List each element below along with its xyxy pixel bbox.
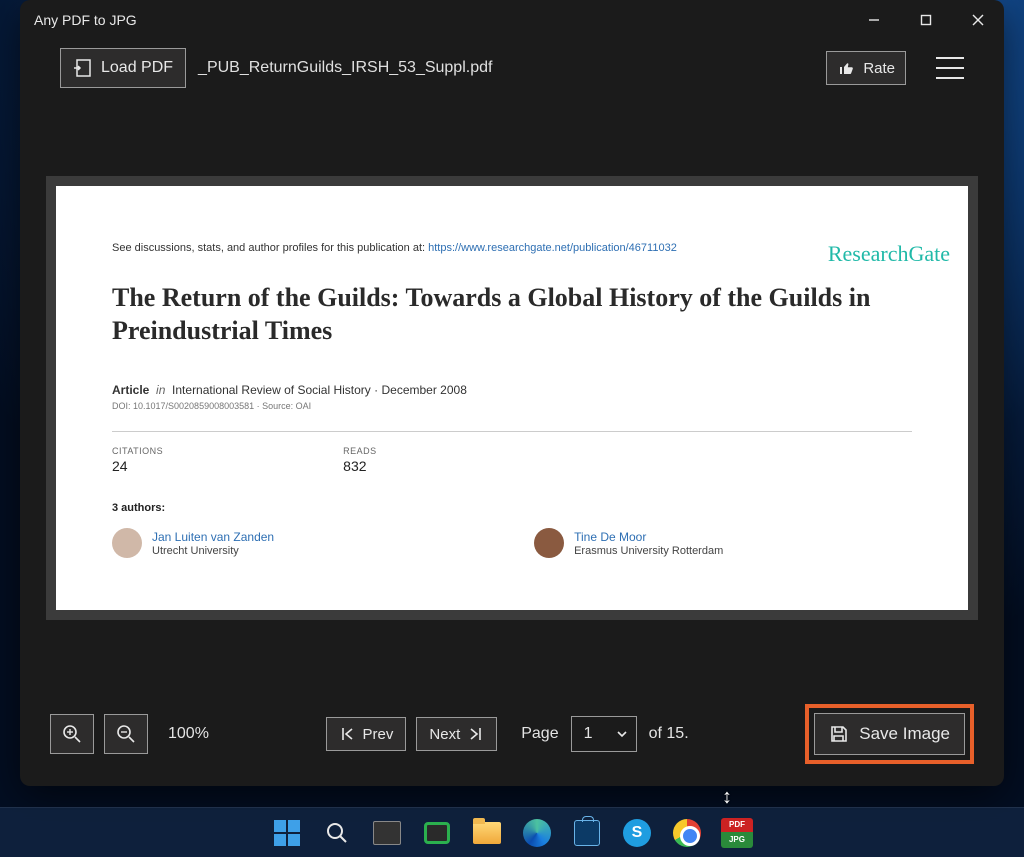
- file-explorer-button[interactable]: [466, 812, 508, 854]
- minimize-button[interactable]: [848, 0, 900, 40]
- app-window: Any PDF to JPG Load PDF _PUB_ReturnGuild…: [20, 0, 1004, 786]
- search-icon: [325, 821, 349, 845]
- pdf-page-preview[interactable]: ResearchGate See discussions, stats, and…: [56, 186, 968, 610]
- author-item: Tine De Moor Erasmus University Rotterda…: [534, 528, 723, 558]
- article-meta: Article in International Review of Socia…: [112, 383, 912, 397]
- store-button[interactable]: [566, 812, 608, 854]
- save-label: Save Image: [859, 724, 950, 744]
- window-controls: [848, 0, 1004, 40]
- discussion-line: See discussions, stats, and author profi…: [112, 242, 912, 254]
- thumbs-up-icon: [837, 59, 855, 77]
- avatar: [112, 528, 142, 558]
- maximize-button[interactable]: [900, 0, 952, 40]
- zoom-out-button[interactable]: [104, 714, 148, 754]
- zoom-in-button[interactable]: [50, 714, 94, 754]
- chat-icon: [424, 822, 450, 844]
- researchgate-logo: ResearchGate: [828, 241, 950, 267]
- task-view-icon: [373, 821, 401, 845]
- taskbar: S PDF JPG: [0, 807, 1024, 857]
- author-affiliation: Erasmus University Rotterdam: [574, 545, 723, 557]
- author-affiliation: Utrecht University: [152, 545, 274, 557]
- page-indicator: Page 1 of 15.: [521, 716, 688, 752]
- page-label: Page: [521, 725, 558, 743]
- rate-button[interactable]: Rate: [826, 51, 906, 85]
- save-image-button[interactable]: Save Image: [814, 713, 965, 755]
- menu-button[interactable]: [936, 57, 964, 79]
- next-page-button[interactable]: Next: [416, 717, 497, 751]
- zoom-in-icon: [61, 723, 83, 745]
- doi-line: DOI: 10.1017/S0020859008003581 · Source:…: [112, 401, 912, 411]
- window-title: Any PDF to JPG: [34, 12, 848, 28]
- resize-cursor-icon: ↕: [722, 786, 732, 809]
- paper-title: The Return of the Guilds: Towards a Glob…: [112, 282, 912, 347]
- load-pdf-button[interactable]: Load PDF: [60, 48, 186, 88]
- pdf-to-jpg-icon: PDF JPG: [721, 818, 753, 848]
- save-icon: [829, 724, 849, 744]
- chrome-button[interactable]: [666, 812, 708, 854]
- page-current: 1: [584, 725, 593, 743]
- hamburger-icon: [936, 57, 964, 59]
- author-name: Tine De Moor: [574, 530, 723, 544]
- chat-button[interactable]: [416, 812, 458, 854]
- load-pdf-icon: [73, 58, 93, 78]
- save-highlight: Save Image: [805, 704, 974, 764]
- filename-label: _PUB_ReturnGuilds_IRSH_53_Suppl.pdf: [198, 59, 492, 77]
- chevron-down-icon: [616, 728, 628, 740]
- citations-label: CITATIONS: [112, 446, 163, 456]
- divider: [112, 431, 912, 432]
- maximize-icon: [920, 14, 932, 26]
- folder-icon: [473, 822, 501, 844]
- zoom-out-icon: [115, 723, 137, 745]
- authors-row: Jan Luiten van Zanden Utrecht University…: [112, 528, 912, 558]
- close-icon: [972, 14, 984, 26]
- taskbar-search-button[interactable]: [316, 812, 358, 854]
- task-view-button[interactable]: [366, 812, 408, 854]
- app-toolbar: Load PDF _PUB_ReturnGuilds_IRSH_53_Suppl…: [20, 40, 1004, 96]
- zoom-level: 100%: [168, 725, 209, 743]
- skype-icon: S: [623, 819, 651, 847]
- avatar: [534, 528, 564, 558]
- windows-logo-icon: [274, 820, 300, 846]
- load-pdf-label: Load PDF: [101, 59, 173, 77]
- store-icon: [574, 820, 600, 846]
- edge-button[interactable]: [516, 812, 558, 854]
- next-icon: [468, 726, 484, 742]
- start-button[interactable]: [266, 812, 308, 854]
- citations-value: 24: [112, 458, 163, 474]
- reads-label: READS: [343, 446, 377, 456]
- authors-count: 3 authors:: [112, 502, 912, 514]
- stats-row: CITATIONS 24 READS 832: [112, 446, 912, 474]
- pdf-to-jpg-button[interactable]: PDF JPG: [716, 812, 758, 854]
- skype-button[interactable]: S: [616, 812, 658, 854]
- publication-link: https://www.researchgate.net/publication…: [428, 242, 677, 254]
- preview-area: ResearchGate See discussions, stats, and…: [46, 176, 978, 620]
- page-total: of 15.: [649, 725, 689, 743]
- author-name: Jan Luiten van Zanden: [152, 530, 274, 544]
- author-item: Jan Luiten van Zanden Utrecht University: [112, 528, 274, 558]
- minimize-icon: [868, 14, 880, 26]
- reads-value: 832: [343, 458, 377, 474]
- prev-page-button[interactable]: Prev: [326, 717, 407, 751]
- edge-icon: [523, 819, 551, 847]
- footer-bar: 100% Prev Next Page 1 of 15. Save Image: [20, 686, 1004, 786]
- titlebar: Any PDF to JPG: [20, 0, 1004, 40]
- close-button[interactable]: [952, 0, 1004, 40]
- rate-label: Rate: [863, 60, 895, 77]
- prev-icon: [339, 726, 355, 742]
- chrome-icon: [673, 819, 701, 847]
- page-select[interactable]: 1: [571, 716, 637, 752]
